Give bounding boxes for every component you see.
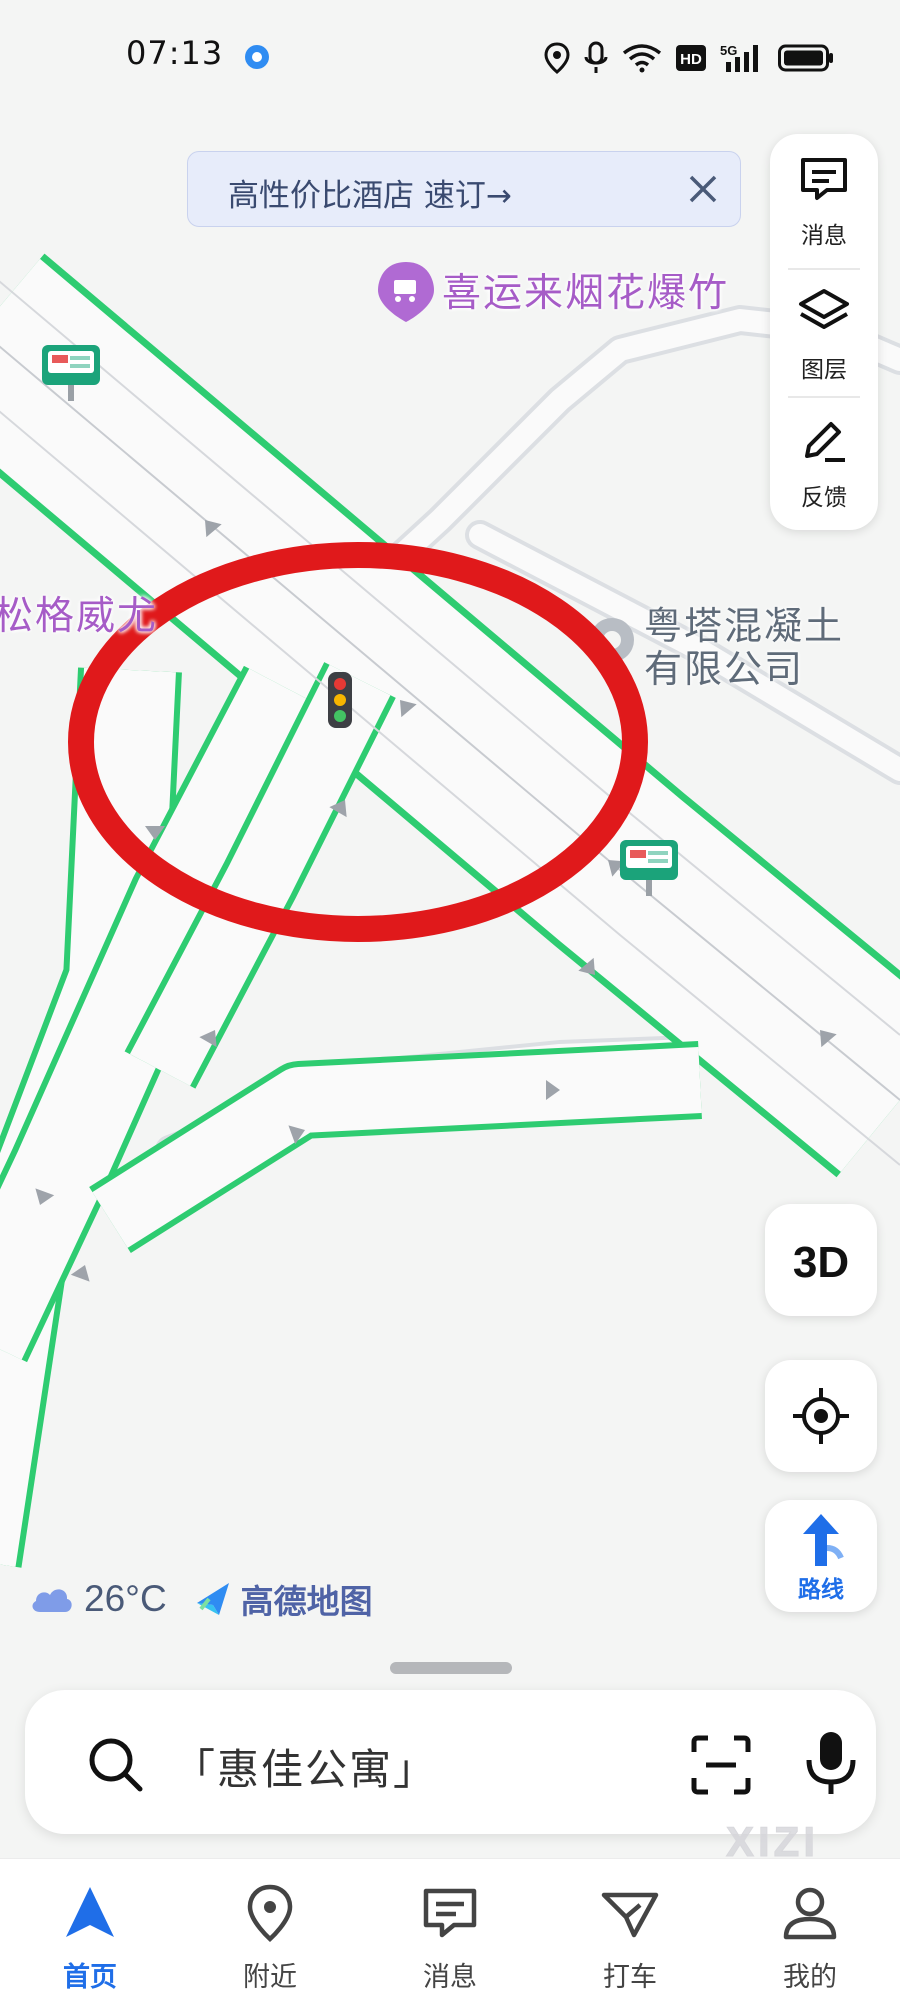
tab-label: 首页 xyxy=(63,1962,117,1993)
wifi-icon xyxy=(622,44,662,73)
poi-label-concrete[interactable]: 粤塔混凝土 有限公司 xyxy=(644,605,844,691)
promo-banner[interactable]: 高性价比酒店 速订→ xyxy=(187,151,741,227)
side-button-feedback[interactable]: 反馈 xyxy=(770,396,878,524)
status-icons: HD 5G xyxy=(544,38,834,78)
locate-target-icon xyxy=(793,1388,849,1444)
message-icon xyxy=(423,1888,477,1938)
tab-label: 我的 xyxy=(783,1962,837,1993)
map-side-panel: 消息 图层 反馈 xyxy=(770,134,878,530)
layers-icon xyxy=(799,289,849,329)
feedback-pen-icon xyxy=(805,422,845,462)
cloud-icon xyxy=(32,1589,72,1612)
side-button-messages[interactable]: 消息 xyxy=(770,134,878,262)
tab-nearby[interactable]: 附近 xyxy=(180,1859,360,2001)
route-arrow-icon xyxy=(803,1514,844,1566)
temperature: 26°C xyxy=(84,1578,167,1619)
amap-logo-icon xyxy=(196,1583,229,1615)
status-bar: 07:13 HD 5G xyxy=(0,0,900,110)
poi-label-line2: 有限公司 xyxy=(644,647,805,691)
tab-label: 打车 xyxy=(603,1962,657,1993)
tab-profile[interactable]: 我的 xyxy=(720,1859,900,2001)
route-label: 路线 xyxy=(798,1577,844,1603)
brand-name: 高德地图 xyxy=(240,1582,373,1621)
side-button-label: 消息 xyxy=(801,223,847,249)
side-button-layers[interactable]: 图层 xyxy=(770,268,878,396)
search-icon xyxy=(89,1738,143,1792)
traffic-light-icon xyxy=(328,672,352,728)
location-icon xyxy=(544,42,570,74)
weather-widget[interactable]: 26°C 高德地图 xyxy=(28,1574,373,1624)
navigation-arrow-icon xyxy=(66,1887,114,1937)
user-icon xyxy=(783,1887,837,1940)
locate-button[interactable] xyxy=(765,1360,877,1472)
status-time: 07:13 xyxy=(126,34,224,72)
side-button-label: 图层 xyxy=(801,357,847,383)
tab-home[interactable]: 首页 xyxy=(0,1859,180,2001)
svg-text:HD: HD xyxy=(680,51,702,68)
battery-icon xyxy=(778,44,833,72)
search-bar[interactable]: 「惠佳公寓」 xyxy=(25,1690,876,1834)
hd-icon: HD xyxy=(676,45,706,71)
3d-label: 3D xyxy=(792,1238,850,1287)
tab-messages[interactable]: 消息 xyxy=(360,1859,540,2001)
tab-taxi[interactable]: 打车 xyxy=(540,1859,720,2001)
tab-label: 附近 xyxy=(243,1962,297,1993)
svg-text:5G: 5G xyxy=(720,43,737,58)
poi-label-fireworks[interactable]: 喜运来烟花爆竹 xyxy=(442,262,729,318)
promo-text[interactable]: 高性价比酒店 速订→ xyxy=(228,170,512,215)
search-input[interactable]: 「惠佳公寓」 xyxy=(173,1736,437,1797)
3d-toggle-button[interactable]: 3D xyxy=(765,1204,877,1316)
route-button[interactable]: 路线 xyxy=(765,1500,877,1612)
app-indicator-icon xyxy=(245,45,269,69)
tab-label: 消息 xyxy=(423,1962,477,1993)
poi-label-line1: 粤塔混凝土 xyxy=(644,604,845,648)
sheet-drag-handle[interactable] xyxy=(390,1662,512,1674)
close-icon[interactable] xyxy=(680,166,726,212)
side-button-label: 反馈 xyxy=(801,485,847,511)
5g-signal-icon: 5G xyxy=(720,43,758,72)
taxi-icon xyxy=(601,1892,659,1938)
location-pin-icon xyxy=(247,1884,293,1943)
bottom-tab-bar: 首页 附近 消息 打车 我的 xyxy=(0,1858,900,2001)
poi-label-partial[interactable]: 松格威尤 xyxy=(0,585,158,641)
scan-icon[interactable] xyxy=(690,1734,752,1796)
mic-icon xyxy=(584,41,608,73)
voice-input-icon[interactable] xyxy=(803,1730,859,1796)
message-icon xyxy=(801,158,847,200)
